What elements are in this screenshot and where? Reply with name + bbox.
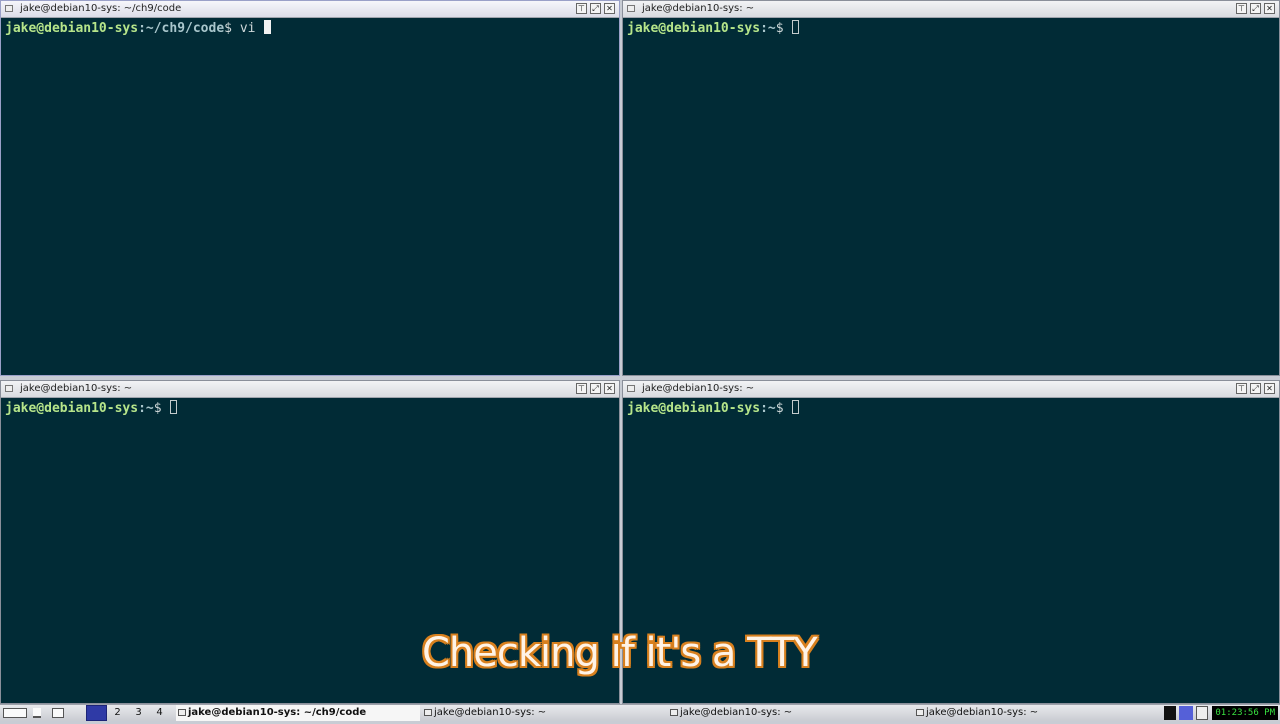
desktop-4[interactable]: 4: [149, 705, 170, 721]
terminal-window-top-right[interactable]: jake@debian10-sys: ~ ⊤ ⤢ ✕ jake@debian10…: [622, 0, 1280, 376]
typed-command: vi: [239, 21, 264, 36]
window-menu-icon[interactable]: [5, 385, 13, 392]
window-title: jake@debian10-sys: ~/ch9/code: [20, 3, 182, 14]
maximize-button[interactable]: ⤢: [590, 3, 601, 14]
window-menu-icon[interactable]: [627, 385, 635, 392]
taskbar: 2 3 4 jake@debian10-sys: ~/ch9/code jake…: [0, 704, 1280, 721]
shade-button[interactable]: ⊤: [1236, 383, 1247, 394]
window-title: jake@debian10-sys: ~: [642, 383, 755, 394]
desktop-pager: 2 3 4: [86, 705, 170, 721]
title-bar[interactable]: jake@debian10-sys: ~ ⊤ ⤢ ✕: [1, 381, 619, 398]
terminal-area[interactable]: jake@debian10-sys:~/ch9/code$ vi: [3, 18, 617, 373]
network-meter-icon: [1179, 706, 1193, 720]
prompt-path: :~/ch9/code: [138, 21, 225, 36]
prompt-user-host: jake@debian10-sys: [627, 21, 761, 36]
prompt-symbol: $: [153, 401, 170, 416]
minimize-all-icon[interactable]: [33, 705, 41, 721]
tray-icon[interactable]: [1196, 706, 1208, 720]
desktop-3[interactable]: 3: [128, 705, 149, 721]
close-button[interactable]: ✕: [604, 3, 615, 14]
cursor-block: [792, 400, 800, 414]
desktop-1[interactable]: [86, 705, 107, 721]
task-button-1[interactable]: jake@debian10-sys: ~/ch9/code: [176, 705, 420, 721]
window-menu-icon[interactable]: [627, 5, 635, 12]
close-button[interactable]: ✕: [1264, 3, 1275, 14]
window-title: jake@debian10-sys: ~: [642, 3, 755, 14]
maximize-button[interactable]: ⤢: [590, 383, 601, 394]
prompt-symbol: $: [775, 21, 792, 36]
prompt-path: :~: [760, 21, 776, 36]
desktop-2[interactable]: 2: [107, 705, 128, 721]
shade-button[interactable]: ⊤: [576, 3, 587, 14]
prompt-user-host: jake@debian10-sys: [5, 21, 139, 36]
shade-button[interactable]: ⊤: [576, 383, 587, 394]
cursor-block: [264, 20, 272, 34]
prompt-path: :~: [138, 401, 154, 416]
video-caption: Checking if it's a TTY: [422, 630, 818, 676]
shade-button[interactable]: ⊤: [1236, 3, 1247, 14]
terminal-area[interactable]: jake@debian10-sys:~$: [625, 18, 1277, 373]
prompt-user-host: jake@debian10-sys: [5, 401, 139, 416]
prompt-user-host: jake@debian10-sys: [627, 401, 761, 416]
window-title: jake@debian10-sys: ~: [20, 383, 133, 394]
title-bar[interactable]: jake@debian10-sys: ~/ch9/code ⊤ ⤢ ✕: [1, 1, 619, 18]
cursor-block: [792, 20, 800, 34]
cpu-meter-icon: [1164, 706, 1176, 720]
task-button-4[interactable]: jake@debian10-sys: ~: [914, 705, 1158, 721]
terminal-window-top-left[interactable]: jake@debian10-sys: ~/ch9/code ⊤ ⤢ ✕ jake…: [0, 0, 620, 376]
task-button-2[interactable]: jake@debian10-sys: ~: [422, 705, 666, 721]
prompt-symbol: $: [775, 401, 792, 416]
task-button-3[interactable]: jake@debian10-sys: ~: [668, 705, 912, 721]
title-bar[interactable]: jake@debian10-sys: ~ ⊤ ⤢ ✕: [623, 1, 1279, 18]
start-menu-icon[interactable]: [3, 705, 27, 721]
prompt-path: :~: [760, 401, 776, 416]
window-menu-icon[interactable]: [5, 5, 13, 12]
close-button[interactable]: ✕: [1264, 383, 1275, 394]
clock[interactable]: 01:23:56 PM: [1212, 706, 1278, 720]
window-list-icon[interactable]: [52, 705, 64, 721]
maximize-button[interactable]: ⤢: [1250, 383, 1261, 394]
prompt-symbol: $: [224, 21, 240, 36]
cursor-block: [170, 400, 178, 414]
title-bar[interactable]: jake@debian10-sys: ~ ⊤ ⤢ ✕: [623, 381, 1279, 398]
maximize-button[interactable]: ⤢: [1250, 3, 1261, 14]
close-button[interactable]: ✕: [604, 383, 615, 394]
